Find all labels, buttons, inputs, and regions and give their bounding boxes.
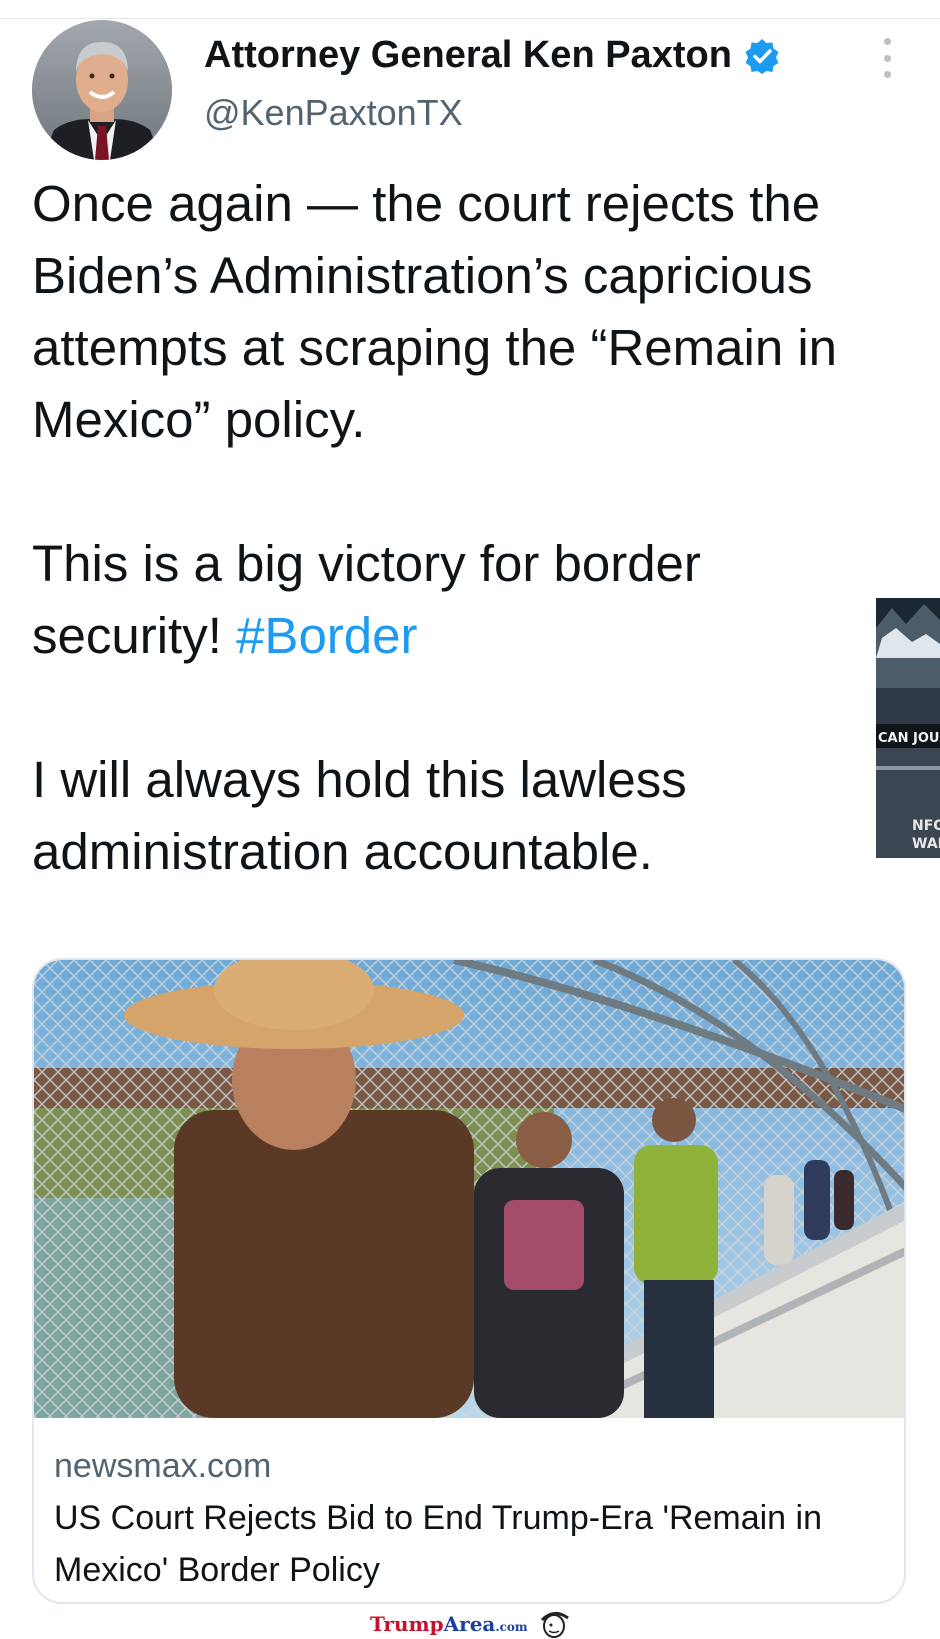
avatar-portrait-icon bbox=[32, 20, 172, 160]
watermark-brand-b: Area bbox=[443, 1612, 496, 1636]
link-card-body: newsmax.com US Court Rejects Bid to End … bbox=[54, 1444, 884, 1596]
site-watermark: TrumpArea.com bbox=[370, 1610, 572, 1638]
link-card-title: US Court Rejects Bid to End Trump-Era 'R… bbox=[54, 1499, 823, 1589]
hashtag-link[interactable]: #Border bbox=[236, 607, 417, 664]
tweet-text: Once again — the court rejects the Biden… bbox=[32, 168, 862, 960]
side-caption-bottom-2: WARS bbox=[912, 836, 940, 852]
side-caption-top: CAN JOUR bbox=[878, 731, 940, 746]
display-name[interactable]: Attorney General Ken Paxton bbox=[204, 34, 732, 77]
profile-avatar[interactable] bbox=[32, 20, 172, 160]
top-divider bbox=[0, 18, 940, 19]
tweet-paragraph-1: Once again — the court rejects the Biden… bbox=[32, 175, 838, 448]
author-handle[interactable]: @KenPaxtonTX bbox=[204, 92, 463, 134]
more-dot bbox=[883, 71, 891, 78]
watermark-text: TrumpArea.com bbox=[370, 1612, 528, 1636]
watermark-mascot-icon bbox=[540, 1612, 569, 1638]
link-card-domain: newsmax.com bbox=[54, 1447, 272, 1485]
author-name-row: Attorney General Ken Paxton bbox=[204, 34, 780, 77]
watermark-brand-a: Trump bbox=[370, 1612, 444, 1636]
verified-badge-icon bbox=[745, 38, 779, 74]
side-caption-bottom-1: NFO bbox=[912, 818, 940, 834]
watermark-brand-c: .com bbox=[495, 1620, 528, 1634]
more-options-icon[interactable] bbox=[878, 38, 896, 78]
tweet-paragraph-2: This is a big victory for border securit… bbox=[32, 528, 862, 672]
more-dot bbox=[883, 38, 891, 45]
adjacent-media-thumbnail[interactable]: CAN JOUR NFO WARS bbox=[876, 598, 940, 880]
link-card-photo-icon bbox=[34, 960, 904, 1418]
tweet-paragraph-3: I will always hold this lawless administ… bbox=[32, 751, 687, 880]
mountain-photo-icon: CAN JOUR NFO WARS bbox=[876, 598, 940, 880]
more-dot bbox=[883, 54, 891, 62]
link-preview-card[interactable]: newsmax.com US Court Rejects Bid to End … bbox=[32, 958, 906, 1604]
